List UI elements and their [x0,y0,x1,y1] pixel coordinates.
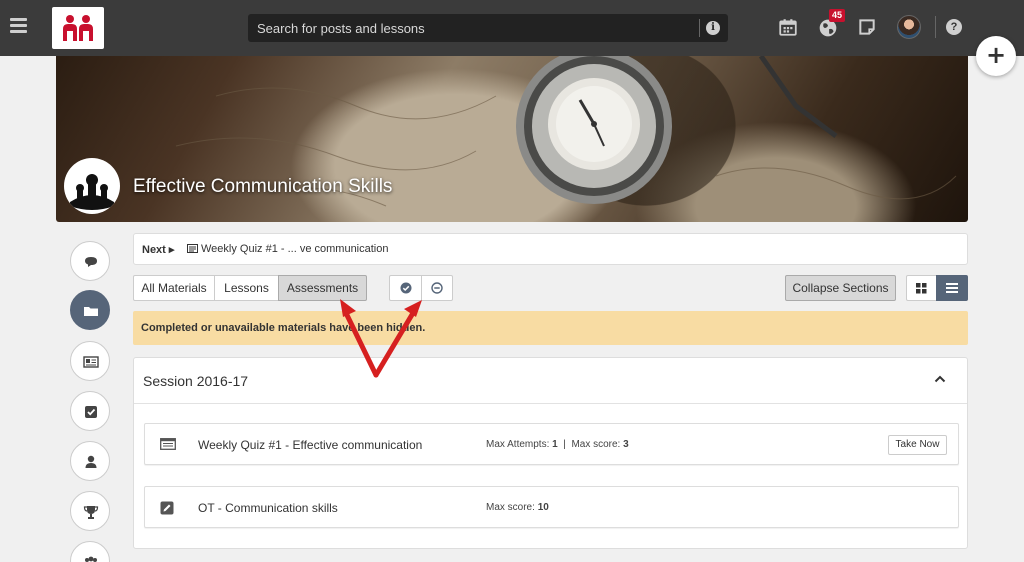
item-title[interactable]: Weekly Quiz #1 - Effective communication [198,438,422,452]
max-score-value: 10 [537,502,549,513]
note-icon[interactable] [857,17,877,37]
max-score-label: Max score: [571,439,621,450]
rail-groups[interactable] [70,541,110,562]
next-item-link[interactable]: Weekly Quiz #1 - ... ve communication [187,243,388,255]
max-attempts-label: Max Attempts: [486,439,550,450]
help-icon[interactable]: ? [946,19,962,35]
trophy-icon [83,506,99,519]
tab-lessons[interactable]: Lessons [215,275,279,301]
user-icon [85,455,97,468]
session-panel: Session 2016-17 Weekly Quiz #1 - Effecti… [133,357,968,549]
course-banner: Effective Communication Skills [56,56,968,222]
grid-icon [916,283,927,294]
minus-circle-icon [431,282,443,294]
quiz-icon [187,244,198,253]
next-item-label: Weekly Quiz #1 - ... ve communication [201,243,389,255]
grid-view-button[interactable] [906,275,937,301]
collapse-sections-button[interactable]: Collapse Sections [785,275,896,301]
search-bar: i [248,14,728,42]
user-avatar[interactable] [897,15,921,39]
list-item-assignment[interactable]: OT - Communication skills Max score: 10 [144,486,959,528]
rail-tasks[interactable] [70,391,110,431]
app-logo[interactable] [52,7,104,49]
list-icon [946,283,958,293]
checkbox-icon [85,406,97,418]
newspaper-icon [83,356,99,368]
session-header[interactable]: Session 2016-17 [134,358,967,404]
group-icon [85,556,97,562]
chat-icon [85,257,97,267]
add-button[interactable]: + [976,36,1016,76]
folder-icon [84,307,98,316]
course-title: Effective Communication Skills [133,176,393,197]
max-score-label: Max score: [486,502,535,513]
hidden-materials-alert: Completed or unavailable materials have … [133,311,968,345]
take-now-button[interactable]: Take Now [888,435,947,455]
rail-members[interactable] [70,441,110,481]
rail-discussion[interactable] [70,241,110,281]
max-attempts-value: 1 [552,439,558,450]
check-circle-icon [400,282,411,294]
tab-all-materials[interactable]: All Materials [133,275,215,301]
session-title: Session 2016-17 [143,373,249,389]
info-icon[interactable]: i [706,21,720,35]
top-bar: i 45 ? [0,0,1024,56]
pencil-icon [160,501,174,515]
item-meta: Max Attempts: 1 | Max score: 3 [486,439,629,450]
notification-badge: 45 [829,9,846,22]
quiz-icon [160,438,176,450]
next-bar: Next ▸ Weekly Quiz #1 - ... ve communica… [133,233,968,265]
rail-materials[interactable] [70,290,110,330]
meta-separator: | [563,439,566,450]
header-divider [935,16,936,38]
rail-news[interactable] [70,341,110,381]
annotation-arrows [340,299,422,378]
course-logo [64,158,120,214]
rail-badges[interactable] [70,491,110,531]
next-link[interactable]: Next ▸ [142,243,174,256]
next-label: Next [142,244,166,256]
search-divider [699,19,700,37]
item-title[interactable]: OT - Communication skills [198,501,338,515]
list-item-quiz[interactable]: Weekly Quiz #1 - Effective communication… [144,423,959,465]
search-input[interactable] [248,14,698,42]
item-meta: Max score: 10 [486,502,549,513]
calendar-icon[interactable] [778,17,798,37]
max-score-value: 3 [623,439,629,450]
menu-icon[interactable] [10,18,27,34]
list-view-button[interactable] [936,275,968,301]
chevron-up-icon[interactable] [934,375,946,383]
